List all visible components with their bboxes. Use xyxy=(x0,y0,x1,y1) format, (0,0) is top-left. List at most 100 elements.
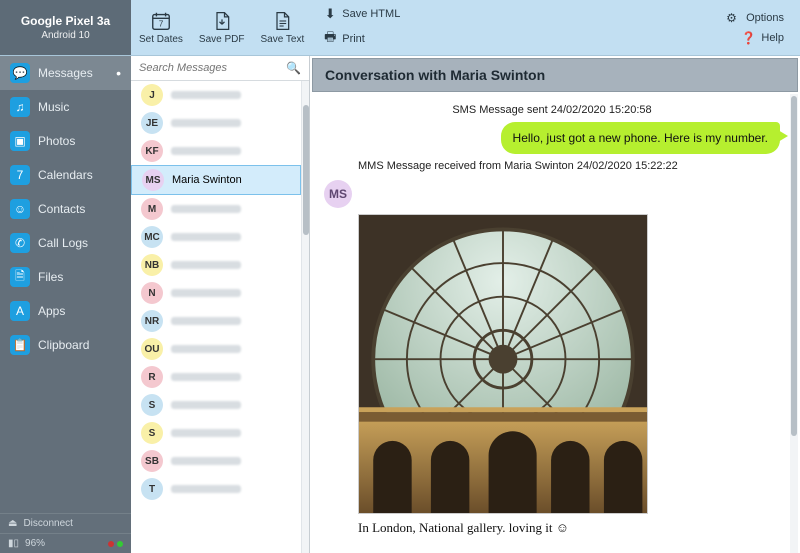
battery-label: 96% xyxy=(25,538,45,549)
device-name: Google Pixel 3a xyxy=(21,14,110,28)
contact-row[interactable]: T xyxy=(131,475,301,503)
app-header: Google Pixel 3a Android 10 7 Set Dates S… xyxy=(0,0,800,56)
toolbar-secondary: ⬇ Save HTML 🖶 Print xyxy=(316,0,406,55)
mms-image xyxy=(358,214,648,514)
sidebar-icon: A xyxy=(10,301,30,321)
search-wrap: 🔍 xyxy=(131,56,309,81)
text-file-icon xyxy=(272,10,292,32)
conversation-scrollbar[interactable] xyxy=(790,94,798,553)
contact-row[interactable]: S xyxy=(131,391,301,419)
recv-avatar: MS xyxy=(324,180,352,208)
calendar-icon: 7 xyxy=(150,10,172,32)
toolbar: 7 Set Dates Save PDF Save Text xyxy=(131,0,312,55)
contact-scroll: JJEKFMSMaria SwintonMMCNBNNROURSSSBT xyxy=(131,81,301,553)
help-label: Help xyxy=(761,32,784,44)
avatar: MS xyxy=(142,169,164,191)
sidebar-icon: ♫ xyxy=(10,97,30,117)
contact-row[interactable]: M xyxy=(131,195,301,223)
download-icon: ⬇ xyxy=(322,6,338,22)
sidebar-icon: ▣ xyxy=(10,131,30,151)
contact-row[interactable]: SB xyxy=(131,447,301,475)
contact-name: Maria Swinton xyxy=(172,174,242,186)
avatar: R xyxy=(141,366,163,388)
avatar: MC xyxy=(141,226,163,248)
contact-row[interactable]: KF xyxy=(131,137,301,165)
sidebar-item-call-logs[interactable]: ✆ Call Logs xyxy=(0,226,131,260)
sidebar-icon: 7 xyxy=(10,165,30,185)
sent-row: Hello, just got a new phone. Here is my … xyxy=(324,122,780,154)
contact-name-redacted xyxy=(171,373,241,381)
sidebar-item-calendars[interactable]: 7 Calendars xyxy=(0,158,131,192)
save-pdf-label: Save PDF xyxy=(199,34,245,45)
sidebar-item-files[interactable]: 🗎Files xyxy=(0,260,131,294)
sidebar-item-label: Clipboard xyxy=(38,338,89,352)
sidebar-item-messages[interactable]: 💬Messages• xyxy=(0,56,131,90)
save-html-button[interactable]: ⬇ Save HTML xyxy=(316,3,406,25)
avatar: M xyxy=(141,198,163,220)
save-html-label: Save HTML xyxy=(342,8,400,20)
avatar: NR xyxy=(141,310,163,332)
contact-row[interactable]: JE xyxy=(131,109,301,137)
device-os: Android 10 xyxy=(41,30,89,41)
conversation-body: SMS Message sent 24/02/2020 15:20:58 Hel… xyxy=(310,94,800,553)
contact-name-redacted xyxy=(171,205,241,213)
battery-icon: ▮▯ xyxy=(8,538,19,549)
sidebar-item-label: Messages xyxy=(38,66,93,80)
set-dates-button[interactable]: 7 Set Dates xyxy=(131,0,191,55)
contact-scrollbar[interactable] xyxy=(301,81,309,553)
header-right: ⚙ Options ❓ Help xyxy=(722,0,800,55)
printer-icon: 🖶 xyxy=(322,28,338,50)
battery-status: ▮▯ 96% xyxy=(0,534,131,553)
disconnect-label: Disconnect xyxy=(23,518,72,529)
avatar: KF xyxy=(141,140,163,162)
contact-name-redacted xyxy=(171,91,241,99)
sidebar-icon: ✆ xyxy=(10,233,30,253)
contact-row[interactable]: N xyxy=(131,279,301,307)
contact-row[interactable]: MS Maria Swinton xyxy=(131,165,301,195)
avatar: T xyxy=(141,478,163,500)
print-button[interactable]: 🖶 Print xyxy=(316,25,406,53)
sidebar-item-label: Music xyxy=(38,100,69,114)
help-button[interactable]: ❓ Help xyxy=(722,28,788,48)
pdf-icon xyxy=(212,10,232,32)
avatar: S xyxy=(141,422,163,444)
unplug-icon: ⏏ xyxy=(8,518,17,529)
mms-caption: In London, National gallery. loving it ☺ xyxy=(358,520,780,536)
sidebar-icon: 📋 xyxy=(10,335,30,355)
disconnect-button[interactable]: ⏏ Disconnect xyxy=(0,514,131,534)
sidebar-icon: ☺ xyxy=(10,199,30,219)
avatar: NB xyxy=(141,254,163,276)
contact-row[interactable]: MC xyxy=(131,223,301,251)
options-button[interactable]: ⚙ Options xyxy=(722,8,788,28)
avatar: OU xyxy=(141,338,163,360)
contact-name-redacted xyxy=(171,119,241,127)
avatar: S xyxy=(141,394,163,416)
avatar: SB xyxy=(141,450,163,472)
sidebar: 💬Messages•♫Music▣Photos7Calendars☺Contac… xyxy=(0,56,131,553)
sidebar-item-contacts[interactable]: ☺ Contacts xyxy=(0,192,131,226)
contact-name-redacted xyxy=(171,147,241,155)
sidebar-item-label: Contacts xyxy=(38,202,85,216)
sidebar-item-apps[interactable]: AApps xyxy=(0,294,131,328)
sidebar-icon: 💬 xyxy=(10,63,30,83)
sidebar-item-clipboard[interactable]: 📋 Clipboard xyxy=(0,328,131,362)
sidebar-item-label: Calendars xyxy=(38,168,93,182)
sidebar-item-photos[interactable]: ▣ Photos xyxy=(0,124,131,158)
contact-row[interactable]: S xyxy=(131,419,301,447)
contact-row[interactable]: R xyxy=(131,363,301,391)
search-input[interactable] xyxy=(131,56,309,80)
sidebar-item-music[interactable]: ♫ Music xyxy=(0,90,131,124)
save-pdf-button[interactable]: Save PDF xyxy=(191,0,253,55)
contact-row[interactable]: OU xyxy=(131,335,301,363)
device-info: Google Pixel 3a Android 10 xyxy=(0,0,131,55)
svg-text:7: 7 xyxy=(159,20,164,29)
save-text-label: Save Text xyxy=(261,34,305,45)
print-label: Print xyxy=(342,33,365,45)
sidebar-item-label: Photos xyxy=(38,134,75,148)
contact-row[interactable]: NR xyxy=(131,307,301,335)
contact-row[interactable]: NB xyxy=(131,251,301,279)
sidebar-item-label: Call Logs xyxy=(38,236,88,250)
contact-row[interactable]: J xyxy=(131,81,301,109)
save-text-button[interactable]: Save Text xyxy=(253,0,313,55)
contact-name-redacted xyxy=(171,429,241,437)
